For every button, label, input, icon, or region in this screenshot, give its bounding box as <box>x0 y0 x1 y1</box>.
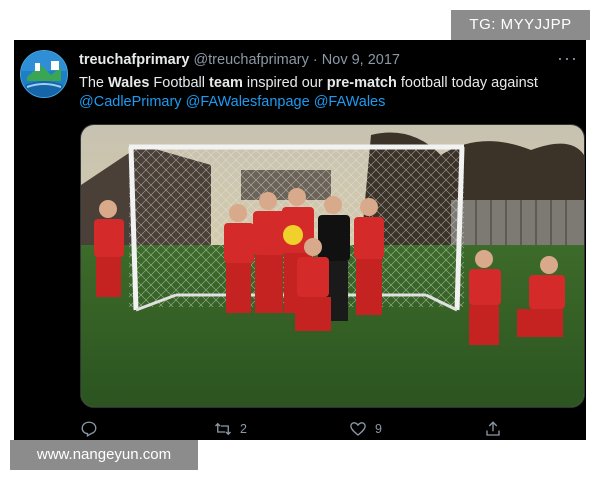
author-name[interactable]: treuchafprimary <box>79 52 189 68</box>
watermark-bottom: www.nangeyun.com <box>10 440 198 470</box>
tweet-header: treuchafprimary @treuchafprimary · Nov 9… <box>79 52 400 68</box>
retweet-icon <box>214 420 232 438</box>
like-count: 9 <box>375 422 382 436</box>
text-bold: Wales <box>108 75 150 91</box>
tweet-actions: 2 9 <box>14 420 586 440</box>
more-icon[interactable]: ··· <box>557 48 578 69</box>
like-button[interactable]: 9 <box>349 420 382 438</box>
tweet-date[interactable]: Nov 9, 2017 <box>322 52 400 68</box>
text-part: Football <box>149 75 210 91</box>
watermark-top: TG: MYYJJPP <box>451 10 590 40</box>
mention-link[interactable]: @FAWales <box>314 94 386 110</box>
retweet-button[interactable]: 2 <box>214 420 247 438</box>
text-part: The <box>79 75 109 91</box>
tweet-card: treuchafprimary @treuchafprimary · Nov 9… <box>14 40 586 440</box>
text-part: inspired our <box>242 75 327 91</box>
text-bold: team <box>209 75 243 91</box>
text-part: football today against <box>396 75 538 91</box>
text-bold: pre-match <box>326 75 397 91</box>
share-button[interactable] <box>484 420 502 438</box>
reply-icon <box>80 420 98 438</box>
separator: · <box>312 52 318 68</box>
tweet-photo[interactable] <box>80 124 585 408</box>
mention-link[interactable]: @FAWalesfanpage <box>186 94 310 110</box>
avatar[interactable] <box>20 50 68 98</box>
tweet-text: The Wales Football team inspired our pre… <box>79 74 574 112</box>
share-icon <box>484 420 502 438</box>
author-handle[interactable]: @treuchafprimary <box>193 52 308 68</box>
mention-link[interactable]: @CadlePrimary <box>79 94 182 110</box>
reply-button[interactable] <box>80 420 106 438</box>
retweet-count: 2 <box>240 422 247 436</box>
like-icon <box>349 420 367 438</box>
